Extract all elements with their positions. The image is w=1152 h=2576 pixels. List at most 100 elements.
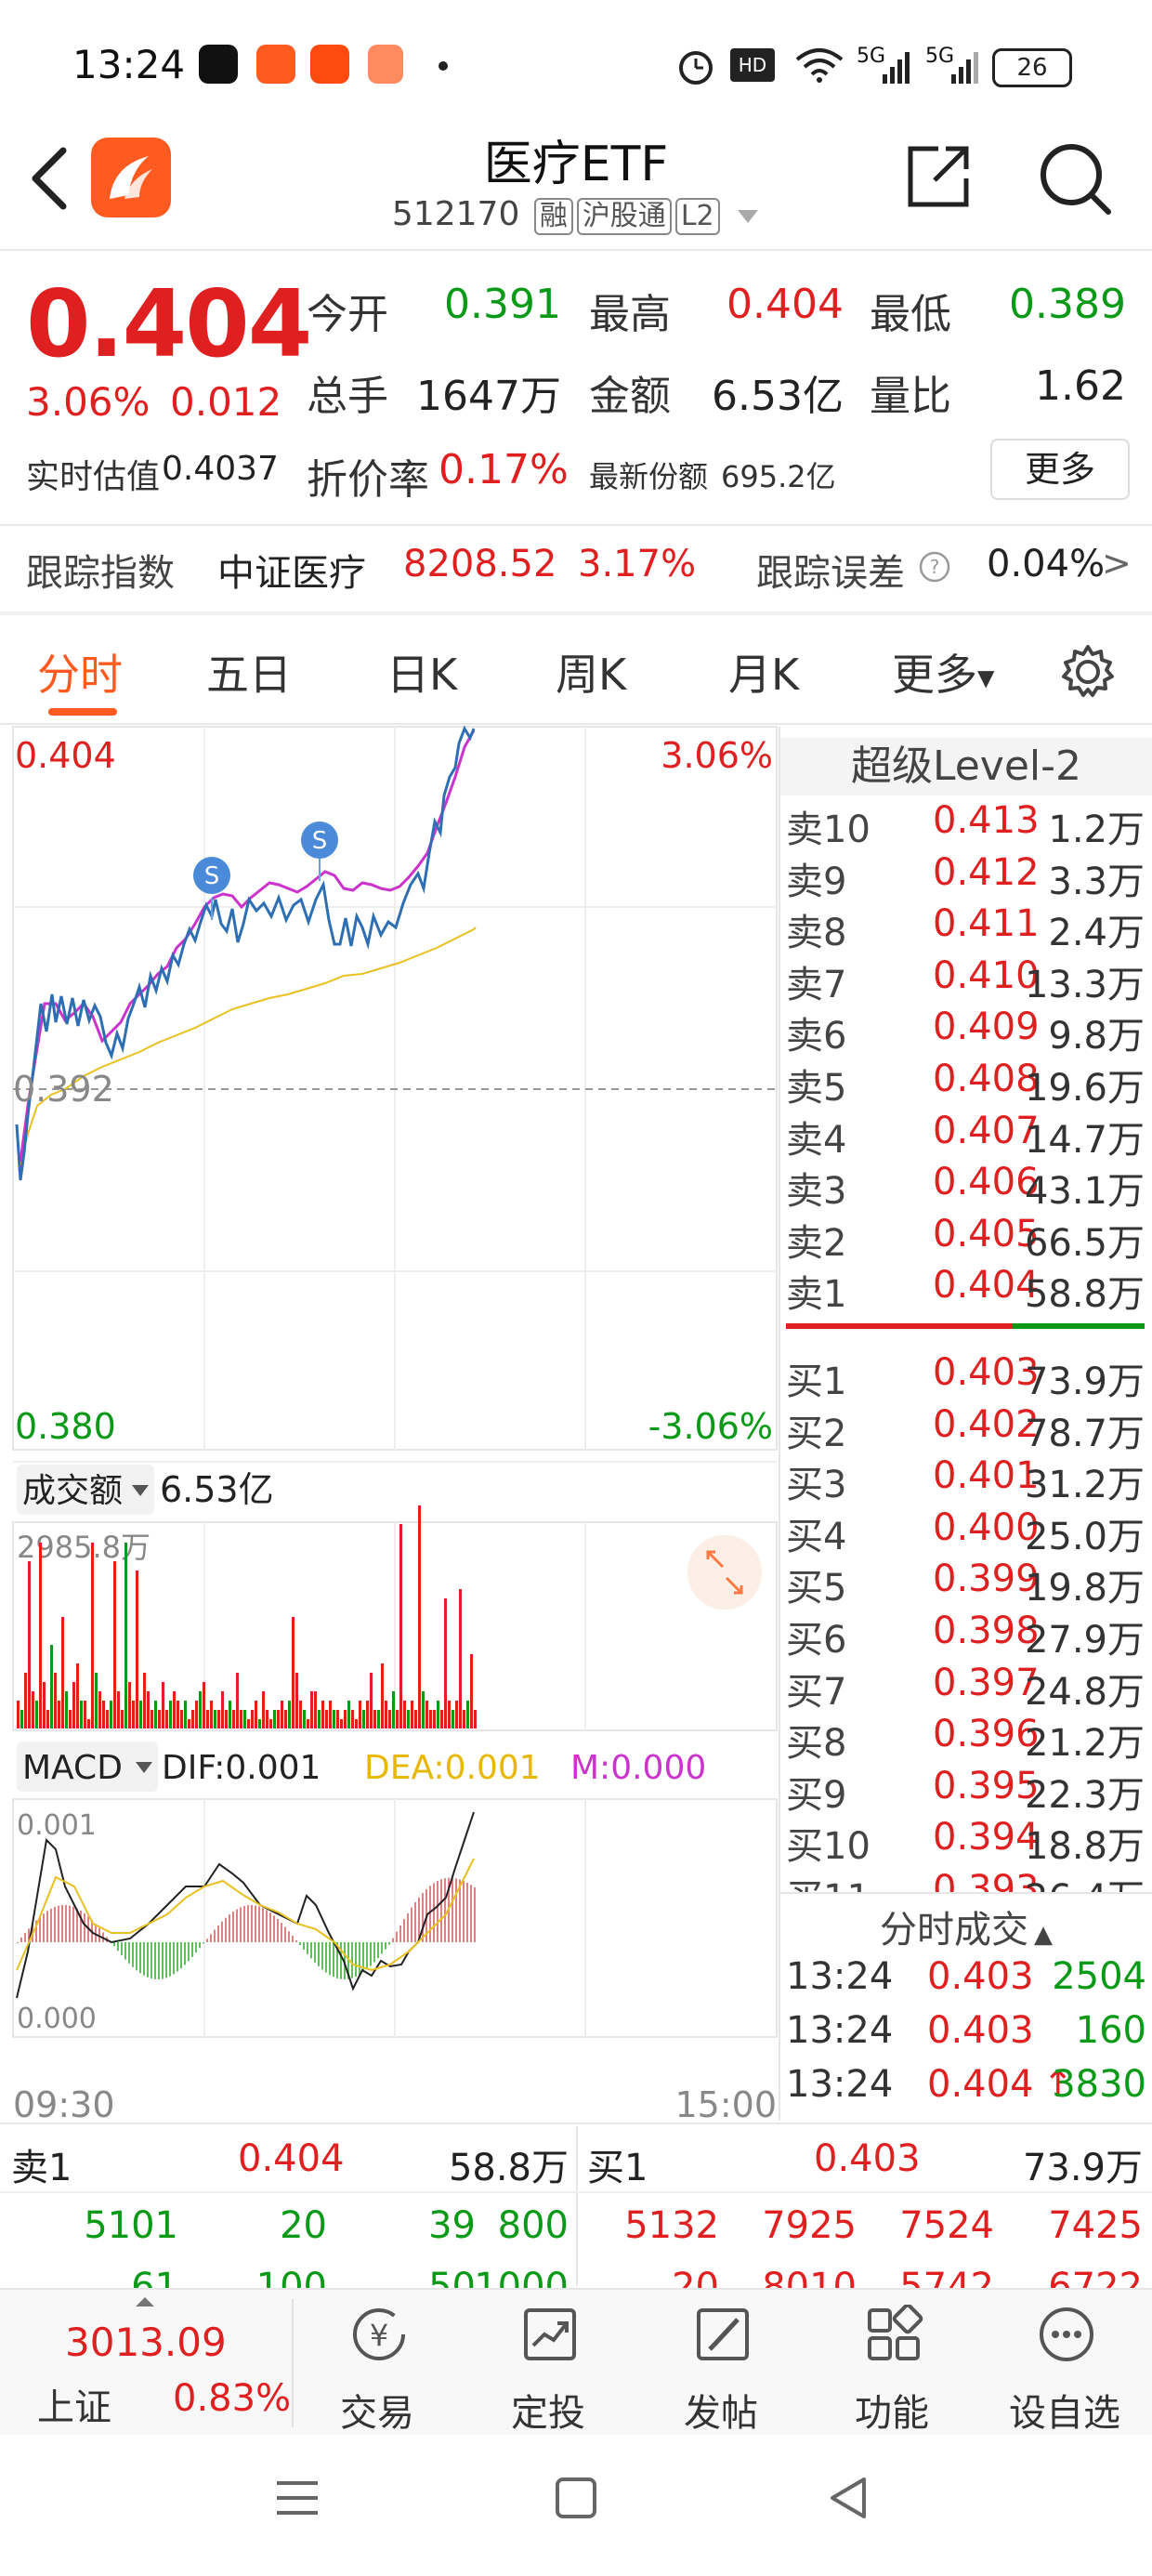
- search-icon[interactable]: [1036, 139, 1114, 217]
- sell-level-volume: 9.8万: [1048, 1015, 1145, 1058]
- buy-level-label: 买1: [786, 1360, 847, 1403]
- macd-bar: [124, 1942, 126, 1960]
- buy-order-row[interactable]: 买4 0.400 25.0万: [786, 1503, 1145, 1558]
- volume-bar: [80, 1701, 83, 1728]
- volume-bar: [177, 1701, 179, 1728]
- settings-gear-icon[interactable]: [1059, 643, 1117, 701]
- macd-dif: DIF:0.001: [162, 1749, 321, 1787]
- tab-monthly-k[interactable]: 月K: [728, 641, 799, 703]
- tab-weekly-k[interactable]: 周K: [556, 641, 626, 703]
- tab-intraday[interactable]: 分时: [37, 641, 123, 703]
- buy-order-row[interactable]: 买9 0.395 22.3万: [786, 1761, 1145, 1817]
- buy-level-volume: 31.2万: [1024, 1464, 1145, 1507]
- help-icon[interactable]: ?: [918, 550, 951, 584]
- open-label: 今开: [307, 291, 388, 338]
- volume-bar: [147, 1691, 150, 1728]
- volume-bar: [370, 1673, 373, 1728]
- volume-bar: [399, 1524, 402, 1728]
- nav-trade[interactable]: ¥ 交易: [294, 2290, 461, 2437]
- macd-bar: [173, 1942, 175, 1975]
- chevron-down-icon[interactable]: [736, 206, 760, 225]
- network-5g-label: 5G: [857, 45, 886, 68]
- sell-order-row[interactable]: 卖5 0.408 19.6万: [786, 1054, 1145, 1110]
- trades-panel[interactable]: 分时成交 ▲ 13:24 0.403 2504 13:24 0.403 160 13:24 0.…: [780, 1892, 1152, 2117]
- back-triangle-icon[interactable]: [823, 2472, 875, 2524]
- sell-order-row[interactable]: 卖7 0.410 13.3万: [786, 951, 1145, 1006]
- more-quote-button[interactable]: 更多: [990, 439, 1130, 500]
- sell-order-row[interactable]: 卖10 0.413 1.2万: [786, 795, 1145, 851]
- macd-bar: [407, 1912, 409, 1942]
- buy-level-label: 买4: [786, 1515, 847, 1558]
- volume-bar: [143, 1673, 146, 1728]
- share-icon[interactable]: [901, 139, 975, 214]
- nav-post[interactable]: 发帖: [637, 2290, 805, 2437]
- macd-bar: [399, 1925, 401, 1942]
- sell-order-row[interactable]: 卖4 0.407 14.7万: [786, 1106, 1145, 1162]
- buy-order-row[interactable]: 买1 0.403 73.9万: [786, 1347, 1145, 1403]
- index-ticker[interactable]: 3013.09 上证 0.83%: [0, 2290, 292, 2437]
- expand-icon[interactable]: [687, 1535, 762, 1610]
- buy-order-row[interactable]: 买5 0.399 19.8万: [786, 1554, 1145, 1610]
- volume-value: 6.53亿: [160, 1469, 274, 1510]
- buy-level-volume: 21.2万: [1024, 1722, 1145, 1766]
- tracking-row[interactable]: 跟踪指数 中证医疗 8208.52 3.17% 跟踪误差 ? 0.04% >: [0, 526, 1152, 613]
- sell-order-row[interactable]: 卖6 0.409 9.8万: [786, 1002, 1145, 1058]
- nav-invest-plan[interactable]: 定投: [465, 2290, 632, 2437]
- sell-order-row[interactable]: 卖2 0.405 66.5万: [786, 1209, 1145, 1265]
- macd-bar: [251, 1905, 253, 1942]
- nav-functions-label: 功能: [855, 2392, 929, 2435]
- volume-bar: [54, 1673, 57, 1728]
- nav-add-watchlist[interactable]: 设自选: [981, 2290, 1148, 2437]
- buy-level-price: 0.395: [933, 1764, 1040, 1807]
- volume-bar: [255, 1701, 257, 1728]
- tag-level2: L2: [674, 198, 720, 235]
- volume-bar: [165, 1710, 168, 1728]
- tab-more[interactable]: 更多▼: [892, 641, 994, 703]
- macd-bar: [154, 1942, 156, 1979]
- buy-order-row[interactable]: 买8 0.396 21.2万: [786, 1709, 1145, 1765]
- sell-marker-icon[interactable]: S: [301, 821, 338, 881]
- volume-bar: [381, 1663, 384, 1728]
- volume-bar: [232, 1710, 235, 1728]
- trade-volume: 160: [1075, 2009, 1146, 2052]
- buy-level-price: 0.398: [933, 1610, 1040, 1652]
- macd-bar: [188, 1942, 190, 1962]
- buy-order-row[interactable]: 买7 0.397 24.8万: [786, 1658, 1145, 1714]
- volume-bar: [377, 1710, 380, 1728]
- buy-order-row[interactable]: 买6 0.398 27.9万: [786, 1606, 1145, 1662]
- volume-bar: [303, 1710, 306, 1728]
- home-square-icon[interactable]: [550, 2472, 602, 2524]
- sell-order-row[interactable]: 卖8 0.411 2.4万: [786, 899, 1145, 954]
- open-value: 0.391: [444, 281, 561, 328]
- order-book-title[interactable]: 超级Level-2: [780, 738, 1152, 795]
- queue-sell-price: 0.404: [238, 2137, 345, 2180]
- macd-bar: [136, 1942, 137, 1971]
- volume-bar: [292, 1617, 295, 1728]
- sell-order-row[interactable]: 卖3 0.406 43.1万: [786, 1157, 1145, 1213]
- last-price: 0.404: [26, 269, 312, 378]
- volume-bar: [35, 1701, 38, 1728]
- sell-order-row[interactable]: 卖1 0.404 58.8万: [786, 1260, 1145, 1316]
- sell-order-row[interactable]: 卖9 0.412 3.3万: [786, 848, 1145, 903]
- low-label: 最低: [870, 291, 951, 338]
- sell-level-price: 0.406: [933, 1161, 1040, 1204]
- volume-max-label: 2985.8万: [17, 1530, 151, 1565]
- menu-icon[interactable]: [271, 2472, 323, 2524]
- volume-bar: [162, 1682, 164, 1728]
- tab-daily-k[interactable]: 日K: [386, 641, 457, 703]
- buy-order-row[interactable]: 买10 0.394 18.8万: [786, 1812, 1145, 1868]
- intraday-chart[interactable]: S S 0.404 3.06% 0.392 0.380 -3.06% 成交额 6…: [0, 725, 780, 2128]
- order-queue[interactable]: 卖1 0.404 58.8万 买1 0.403 73.9万 5101 20 39 80…: [0, 2126, 1152, 2308]
- macd-bar: [165, 1942, 167, 1978]
- buy-order-row[interactable]: 买2 0.402 78.7万: [786, 1400, 1145, 1455]
- alarm-icon: [679, 51, 713, 85]
- volume-bar: [299, 1701, 302, 1728]
- volume-bar: [184, 1701, 187, 1728]
- nav-functions[interactable]: 功能: [808, 2290, 975, 2437]
- svg-text:?: ?: [930, 556, 940, 578]
- index-value: 3013.09: [65, 2320, 227, 2365]
- sell-marker-icon[interactable]: S: [193, 857, 230, 920]
- buy-order-row[interactable]: 买3 0.401 31.2万: [786, 1451, 1145, 1506]
- tab-five-day[interactable]: 五日: [206, 641, 292, 703]
- volume-ratio-label: 量比: [870, 373, 951, 420]
